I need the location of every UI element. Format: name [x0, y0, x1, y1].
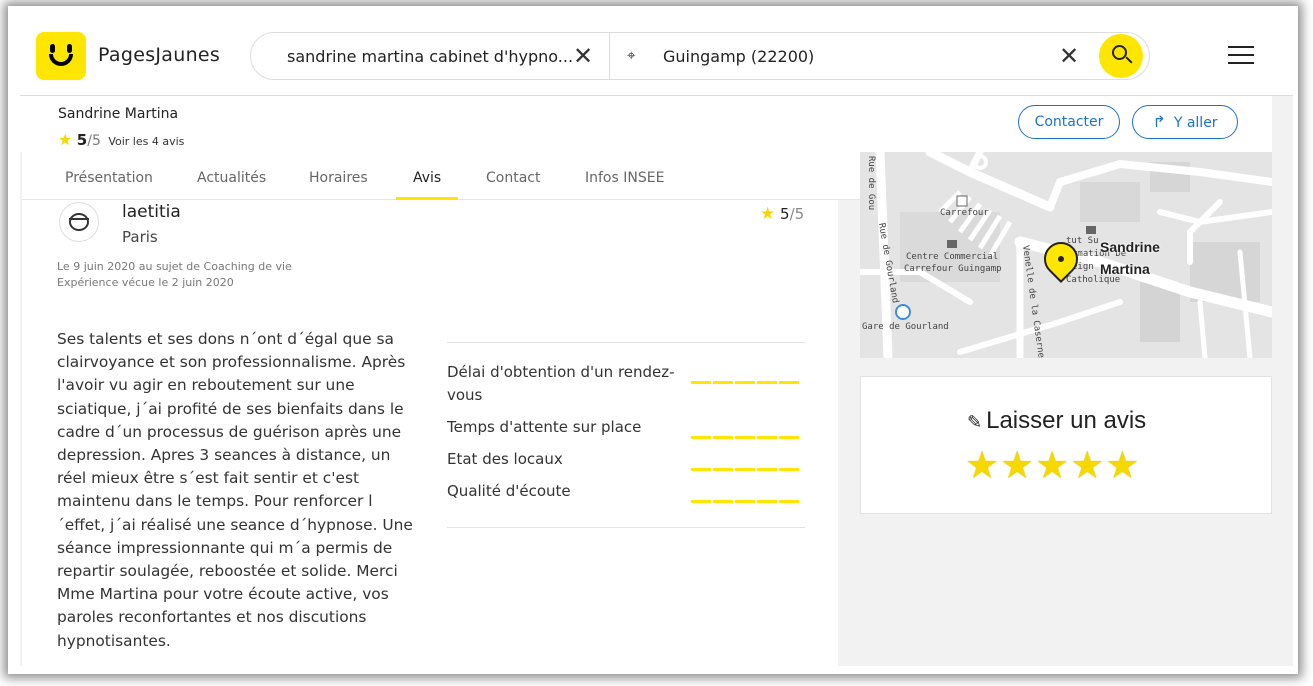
tab-actualites[interactable]: Actualités [197, 170, 266, 186]
review-score: ★ 5/5 [760, 204, 804, 224]
tab-avis[interactable]: Avis [413, 170, 441, 186]
criteria-stars [691, 488, 805, 503]
tab-infos-insee[interactable]: Infos INSEE [585, 170, 664, 186]
criteria-stars [691, 369, 805, 384]
rating-value: 5 [76, 131, 88, 149]
pencil-icon: ✎ [967, 412, 983, 432]
logo-text[interactable]: PagesJaunes [98, 44, 220, 66]
clear-where-icon[interactable]: ✕ [1059, 44, 1079, 68]
review-experience-date: Expérience vécue le 2 juin 2020 [57, 276, 234, 289]
rating-outof: /5 [87, 133, 101, 149]
page-viewport: PagesJaunes sandrine martina cabinet d'h… [20, 18, 1293, 666]
criteria-label: Qualité d'écoute [447, 482, 571, 500]
rating-star-5-icon[interactable]: ★ [1105, 443, 1140, 487]
criteria-label: Etat des locaux [447, 450, 563, 468]
search-button[interactable] [1099, 34, 1143, 78]
search-what-input[interactable]: sandrine martina cabinet d'hypno... [287, 47, 573, 66]
leave-review-stars: ★★★★★ [965, 443, 1140, 487]
criteria-label: Délai d'obtention d'un rendez-vous [447, 363, 675, 404]
map-label-carrefour: Carrefour [940, 208, 989, 218]
location-map[interactable]: Rue de Gou Rue de Gourland Venelle de la… [860, 152, 1272, 358]
reviewer-name: laetitia [122, 202, 181, 222]
review-text: Ses talents et ses dons n´ont d´égal que… [57, 330, 413, 650]
rating-star-1-icon[interactable]: ★ [965, 443, 1000, 487]
star-icon: ★ [760, 204, 776, 224]
map-street-rue-de-gou: Rue de Gou [866, 156, 876, 211]
rating-star-4-icon[interactable]: ★ [1070, 443, 1105, 487]
review-criteria: Délai d'obtention d'un rendez-vous Temps… [447, 342, 805, 528]
location-arrow-icon[interactable]: ⌖ [627, 46, 635, 64]
search-bar: sandrine martina cabinet d'hypno... ✕ ⌖ … [250, 32, 1150, 80]
leave-review-box: ✎ Laisser un avis ★★★★★ [860, 376, 1272, 514]
leave-review-title[interactable]: ✎ Laisser un avis [967, 407, 1146, 435]
directions-label: Y aller [1173, 115, 1218, 131]
browser-window: PagesJaunes sandrine martina cabinet d'h… [0, 0, 1313, 686]
clear-what-icon[interactable]: ✕ [573, 44, 593, 68]
rating-star-3-icon[interactable]: ★ [1035, 443, 1070, 487]
star-icon: ★ [58, 130, 73, 149]
search-where-input[interactable]: Guingamp (22200) [663, 47, 814, 66]
criteria-stars [691, 456, 805, 471]
business-summary-bar: Sandrine Martina ★ 5/5 Voir les 4 avis C… [20, 96, 1272, 152]
section-tabs: Présentation Actualités Horaires Avis Co… [22, 152, 860, 200]
business-name: Sandrine Martina [58, 106, 179, 122]
pagesjaunes-logo-icon[interactable] [36, 32, 86, 80]
directions-button[interactable]: ↱ Y aller [1132, 105, 1238, 139]
review-score-outof: /5 [789, 205, 805, 223]
tab-presentation[interactable]: Présentation [65, 170, 153, 186]
site-header: PagesJaunes sandrine martina cabinet d'h… [20, 18, 1293, 96]
reviews-link[interactable]: Voir les 4 avis [108, 135, 184, 148]
review-card: laetitia Paris ★ 5/5 Le 9 juin 2020 au s… [22, 200, 838, 666]
criteria-stars [691, 424, 805, 439]
hamburger-menu-icon[interactable] [1228, 46, 1254, 66]
search-divider [609, 33, 610, 79]
map-label-centre-commercial: Centre Commercial [906, 252, 999, 262]
rating-star-2-icon[interactable]: ★ [1000, 443, 1035, 487]
map-poi-name-2: Martina [1100, 261, 1150, 277]
turn-right-arrow-icon: ↱ [1152, 112, 1166, 131]
reviewer-city: Paris [122, 228, 158, 246]
tab-horaires[interactable]: Horaires [309, 170, 368, 186]
criteria-label: Temps d'attente sur place [447, 418, 642, 436]
tab-contact[interactable]: Contact [486, 170, 540, 186]
leave-review-label: Laisser un avis [986, 407, 1147, 434]
review-date: Le 9 juin 2020 au sujet de Coaching de v… [57, 260, 292, 273]
business-rating: ★ 5/5 Voir les 4 avis [58, 130, 184, 149]
review-score-value: 5 [780, 205, 790, 223]
reviewer-avatar-icon [59, 202, 99, 242]
map-label-gare: Gare de Gourland [862, 322, 949, 332]
contact-button[interactable]: Contacter [1018, 105, 1120, 139]
map-poi-name-1: Sandrine [1100, 239, 1160, 255]
map-label-carrefour-guingamp: Carrefour Guingamp [904, 264, 1002, 274]
